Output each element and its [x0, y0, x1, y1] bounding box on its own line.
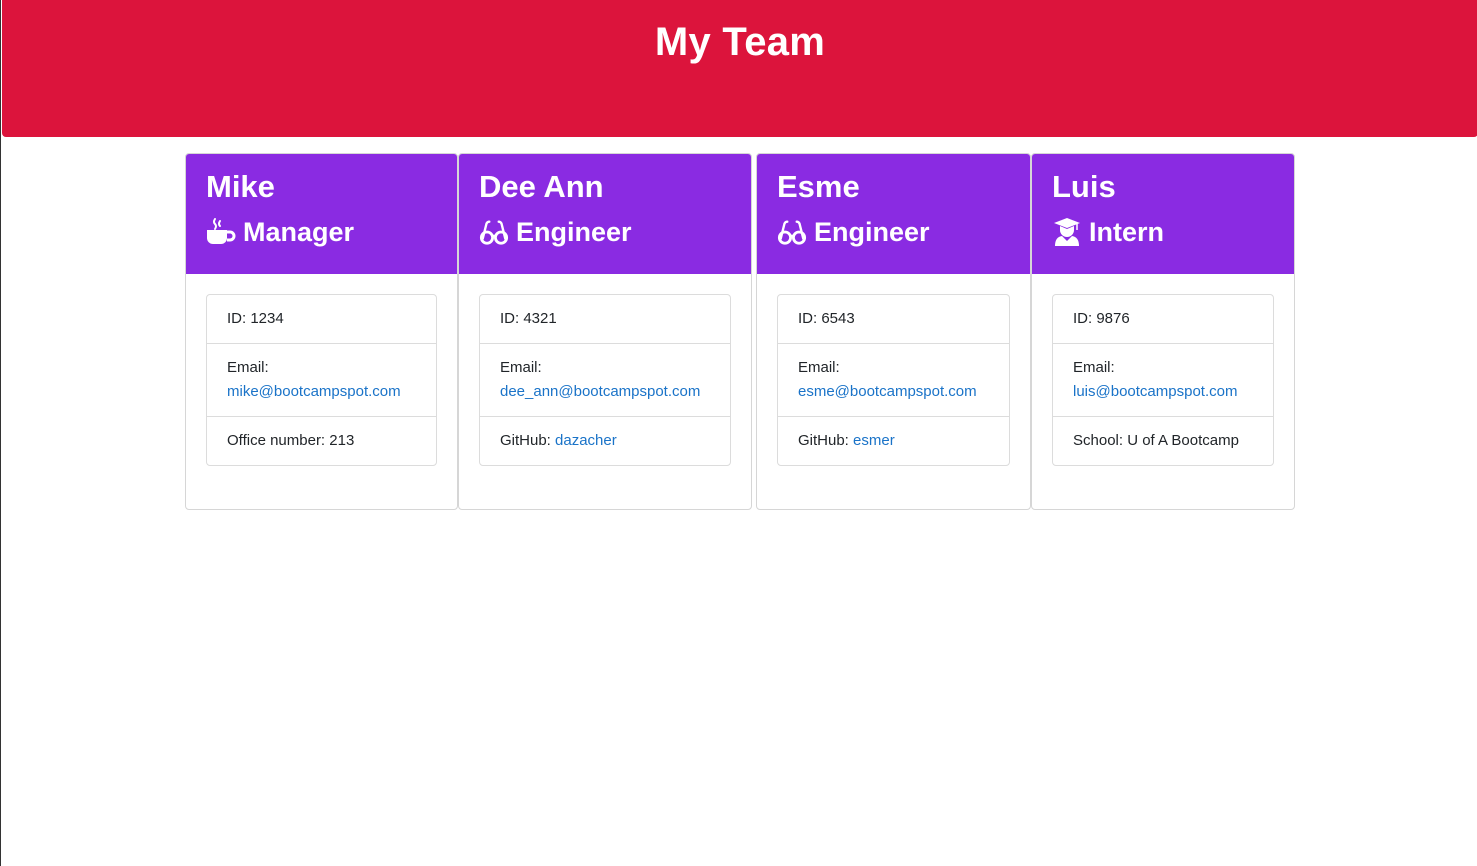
- github-item: GitHub: esmer: [778, 416, 1009, 465]
- employee-email-item: Email: dee_ann@bootcampspot.com: [480, 343, 730, 416]
- employee-id: ID: 9876: [1073, 310, 1130, 327]
- employee-details-list: ID: 9876 Email: luis@bootcampspot.com Sc…: [1052, 294, 1274, 466]
- card-header: Luis Intern: [1032, 154, 1294, 274]
- employee-email-item: Email: mike@bootcampspot.com: [207, 343, 436, 416]
- page-title: My Team: [654, 20, 826, 64]
- employee-card-engineer: Dee Ann Engineer ID: 4321 Email: dee_ann…: [458, 153, 752, 510]
- role-label: Engineer: [516, 217, 632, 247]
- office-number: Office number: 213: [207, 416, 436, 465]
- email-link[interactable]: luis@bootcampspot.com: [1073, 383, 1237, 400]
- employee-name: Dee Ann: [479, 169, 604, 204]
- school: School: U of A Bootcamp: [1053, 416, 1273, 465]
- email-label: Email:: [227, 359, 269, 376]
- card-body: ID: 4321 Email: dee_ann@bootcampspot.com…: [459, 274, 751, 486]
- coffee-icon: [206, 217, 236, 247]
- employee-card-intern: Luis Intern ID: 9876 Email: luis@bootcam…: [1031, 153, 1295, 510]
- employee-role: Engineer: [479, 215, 751, 249]
- email-link[interactable]: mike@bootcampspot.com: [227, 383, 401, 400]
- card-header: Mike Manager: [186, 154, 457, 274]
- glasses-icon: [777, 217, 807, 247]
- github-label: GitHub:: [500, 432, 556, 449]
- card-body: ID: 9876 Email: luis@bootcampspot.com Sc…: [1032, 274, 1294, 486]
- card-header: Dee Ann Engineer: [459, 154, 751, 274]
- employee-name: Mike: [206, 169, 275, 204]
- employee-role: Manager: [206, 215, 457, 249]
- github-item: GitHub: dazacher: [480, 416, 730, 465]
- employee-details-list: ID: 1234 Email: mike@bootcampspot.com Of…: [206, 294, 437, 466]
- page-header: My Team: [2, 0, 1477, 137]
- employee-role: Engineer: [777, 215, 1030, 249]
- employee-email-item: Email: esme@bootcampspot.com: [778, 343, 1009, 416]
- card-body: ID: 6543 Email: esme@bootcampspot.com Gi…: [757, 274, 1030, 486]
- email-label: Email:: [1073, 359, 1115, 376]
- employee-role: Intern: [1052, 215, 1294, 249]
- employee-id: ID: 6543: [798, 310, 855, 327]
- employee-name: Luis: [1052, 169, 1116, 204]
- email-label: Email:: [500, 359, 542, 376]
- employee-details-list: ID: 4321 Email: dee_ann@bootcampspot.com…: [479, 294, 731, 466]
- github-link[interactable]: dazacher: [555, 432, 617, 449]
- graduate-icon: [1052, 217, 1082, 247]
- email-link[interactable]: esme@bootcampspot.com: [798, 383, 977, 400]
- employee-card-manager: Mike Manager ID: 1234 Email: mike@bootca…: [185, 153, 458, 510]
- employee-id: ID: 4321: [500, 310, 557, 327]
- email-label: Email:: [798, 359, 840, 376]
- employee-details-list: ID: 6543 Email: esme@bootcampspot.com Gi…: [777, 294, 1010, 466]
- role-label: Intern: [1089, 217, 1165, 247]
- github-label: GitHub:: [798, 432, 854, 449]
- employee-email-item: Email: luis@bootcampspot.com: [1053, 343, 1273, 416]
- card-body: ID: 1234 Email: mike@bootcampspot.com Of…: [186, 274, 457, 486]
- card-header: Esme Engineer: [757, 154, 1030, 274]
- role-label: Engineer: [814, 217, 930, 247]
- email-link[interactable]: dee_ann@bootcampspot.com: [500, 383, 700, 400]
- github-link[interactable]: esmer: [853, 432, 895, 449]
- employee-id: ID: 1234: [227, 310, 284, 327]
- glasses-icon: [479, 217, 509, 247]
- employee-card-engineer: Esme Engineer ID: 6543 Email: esme@bootc…: [756, 153, 1031, 510]
- employee-name: Esme: [777, 169, 860, 204]
- role-label: Manager: [243, 217, 355, 247]
